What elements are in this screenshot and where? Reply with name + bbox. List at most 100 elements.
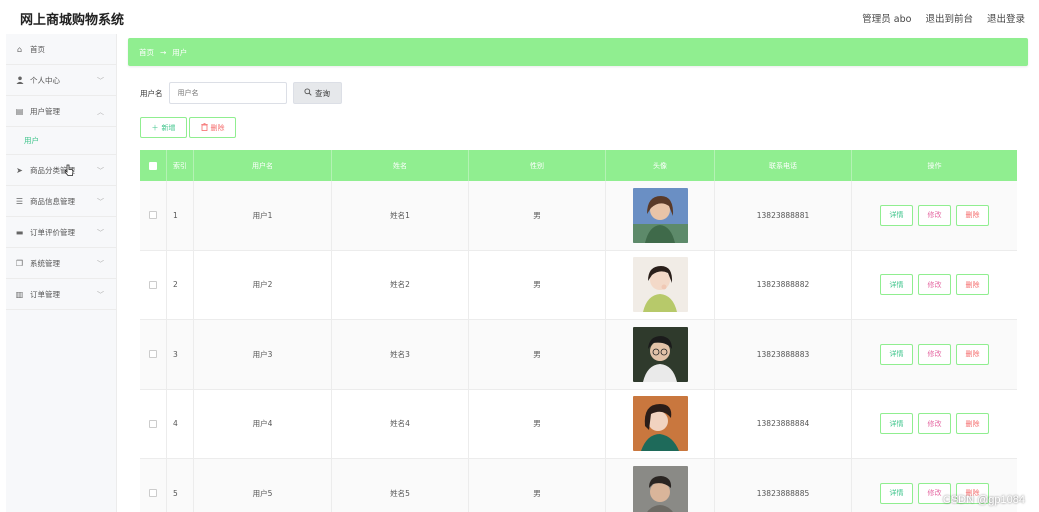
sidebar-item-system-management[interactable]: ❐ 系统管理 ﹀ <box>6 248 116 279</box>
cell-name: 姓名5 <box>332 459 469 512</box>
table-header: 索引 用户名 姓名 性别 头像 联系电话 操作 <box>140 150 1017 181</box>
breadcrumb: 首页 → 用户 <box>128 38 1028 66</box>
cell-phone: 13823888881 <box>715 181 852 250</box>
row-actions: 详情 修改 删除 <box>880 274 989 296</box>
cell-username: 用户1 <box>194 181 332 250</box>
edit-button[interactable]: 修改 <box>918 204 951 226</box>
chart-icon: ▥ <box>15 289 24 299</box>
sidebar-item-label: 个人中心 <box>30 75 60 85</box>
cell-username: 用户2 <box>194 250 332 319</box>
trash-icon <box>200 122 208 133</box>
sidebar-item-order-management[interactable]: ▥ 订单管理 ﹀ <box>6 279 116 310</box>
action-row: ＋ 新增 删除 <box>140 117 236 138</box>
mouse-pointer-icon <box>64 164 74 180</box>
search-button-label: 查询 <box>315 88 330 98</box>
sidebar-item-category-management[interactable]: ➤ 商品分类管理 ﹀ <box>6 155 116 186</box>
cell-index: 5 <box>167 459 194 512</box>
search-button[interactable]: 查询 <box>292 82 342 104</box>
main-content: 首页 → 用户 用户名 查询 ＋ 新增 删除 <box>128 34 1033 512</box>
sidebar-item-label: 订单评价管理 <box>30 227 75 237</box>
sidebar-item-personal-center[interactable]: 个人中心 ﹀ <box>6 65 116 96</box>
row-actions: 详情 修改 删除 <box>880 343 989 365</box>
cell-username: 用户4 <box>194 389 332 458</box>
admin-user-label[interactable]: 管理员 abo <box>862 11 911 25</box>
search-icon <box>304 88 312 98</box>
chevron-down-icon: ﹀ <box>97 229 104 237</box>
home-icon: ⌂ <box>16 44 23 54</box>
cell-index: 2 <box>167 250 194 319</box>
cell-gender: 男 <box>469 320 606 389</box>
sidebar-item-label: 用户管理 <box>30 106 60 116</box>
col-header-actions: 操作 <box>927 161 942 170</box>
copy-icon: ❐ <box>15 258 24 268</box>
arrow-right-icon: → <box>160 47 167 57</box>
row-checkbox[interactable] <box>149 419 157 428</box>
watermark: CSDN @gp1084 <box>942 494 1025 506</box>
detail-button[interactable]: 详情 <box>880 413 913 435</box>
delete-button[interactable]: 删除 <box>956 343 989 365</box>
sidebar-item-label: 首页 <box>30 44 45 54</box>
sidebar-item-label: 商品信息管理 <box>30 196 75 206</box>
checkbox[interactable] <box>149 161 157 170</box>
breadcrumb-home[interactable]: 首页 <box>139 47 154 58</box>
cell-index: 3 <box>167 320 194 389</box>
exit-to-frontend-link[interactable]: 退出到前台 <box>925 11 973 25</box>
sidebar-item-user-management[interactable]: ▤ 用户管理 ︿ <box>6 96 116 127</box>
add-button-label: 新增 <box>161 123 176 132</box>
sidebar-item-review-management[interactable]: ▬ 订单评价管理 ﹀ <box>6 217 116 248</box>
cell-gender: 男 <box>469 389 606 458</box>
avatar <box>632 465 688 512</box>
search-input[interactable] <box>168 82 287 104</box>
cell-phone: 13823888885 <box>715 459 852 512</box>
row-checkbox[interactable] <box>149 280 157 289</box>
cell-phone: 13823888883 <box>715 320 852 389</box>
app-root: 网上商城购物系统 管理员 abo 退出到前台 退出登录 ⌂ 首页 个人中心 ﹀ … <box>0 0 1039 512</box>
table-row: 5 用户5 姓名5 男 13823888885 详情 修改 删除 <box>140 459 1017 512</box>
sidebar-subitem-users[interactable]: 用户 <box>6 127 116 155</box>
row-checkbox[interactable] <box>149 489 157 498</box>
cell-phone: 13823888882 <box>715 250 852 319</box>
logout-link[interactable]: 退出登录 <box>987 11 1025 25</box>
chevron-down-icon: ﹀ <box>97 198 104 206</box>
avatar <box>632 326 688 382</box>
col-header-name[interactable]: 姓名 <box>332 150 469 181</box>
edit-button[interactable]: 修改 <box>918 343 951 365</box>
col-header-avatar: 头像 <box>606 150 715 181</box>
sidebar-item-label: 订单管理 <box>30 289 60 299</box>
detail-button[interactable]: 详情 <box>880 482 913 504</box>
avatar <box>632 187 688 243</box>
cell-index: 4 <box>167 389 194 458</box>
sidebar-item-home[interactable]: ⌂ 首页 <box>6 34 116 65</box>
batch-delete-button[interactable]: 删除 <box>189 117 236 138</box>
delete-button[interactable]: 删除 <box>956 274 989 296</box>
add-button[interactable]: ＋ 新增 <box>140 117 187 138</box>
cell-gender: 男 <box>469 181 606 250</box>
detail-button[interactable]: 详情 <box>880 274 913 296</box>
cell-name: 姓名4 <box>332 389 469 458</box>
detail-button[interactable]: 详情 <box>880 343 913 365</box>
app-title: 网上商城购物系统 <box>20 13 125 28</box>
user-icon <box>15 76 24 85</box>
chevron-down-icon: ﹀ <box>97 291 104 299</box>
row-checkbox[interactable] <box>149 350 157 359</box>
delete-button[interactable]: 删除 <box>956 413 989 435</box>
table-row: 3 用户3 姓名3 男 13823888883 详情 修改 删除 <box>140 320 1017 390</box>
cell-index: 1 <box>167 181 194 250</box>
cell-name: 姓名1 <box>332 181 469 250</box>
col-header-username[interactable]: 用户名 <box>194 150 332 181</box>
col-header-phone[interactable]: 联系电话 <box>715 150 852 181</box>
table-row: 1 用户1 姓名1 男 13823888881 详情 修改 删除 <box>140 181 1017 251</box>
cell-phone: 13823888884 <box>715 389 852 458</box>
top-bar: 网上商城购物系统 管理员 abo 退出到前台 退出登录 <box>0 0 1039 34</box>
select-all-checkbox[interactable] <box>140 150 167 181</box>
delete-button[interactable]: 删除 <box>956 204 989 226</box>
sidebar-item-product-management[interactable]: ☰ 商品信息管理 ﹀ <box>6 186 116 217</box>
detail-button[interactable]: 详情 <box>880 204 913 226</box>
col-header-index[interactable]: 索引 <box>167 150 194 181</box>
edit-button[interactable]: 修改 <box>918 413 951 435</box>
edit-button[interactable]: 修改 <box>918 274 951 296</box>
row-checkbox[interactable] <box>149 211 157 220</box>
chevron-down-icon: ﹀ <box>97 167 104 175</box>
table-row: 2 用户2 姓名2 男 13823888882 详情 修改 删除 <box>140 250 1017 320</box>
col-header-gender[interactable]: 性别 <box>469 150 606 181</box>
